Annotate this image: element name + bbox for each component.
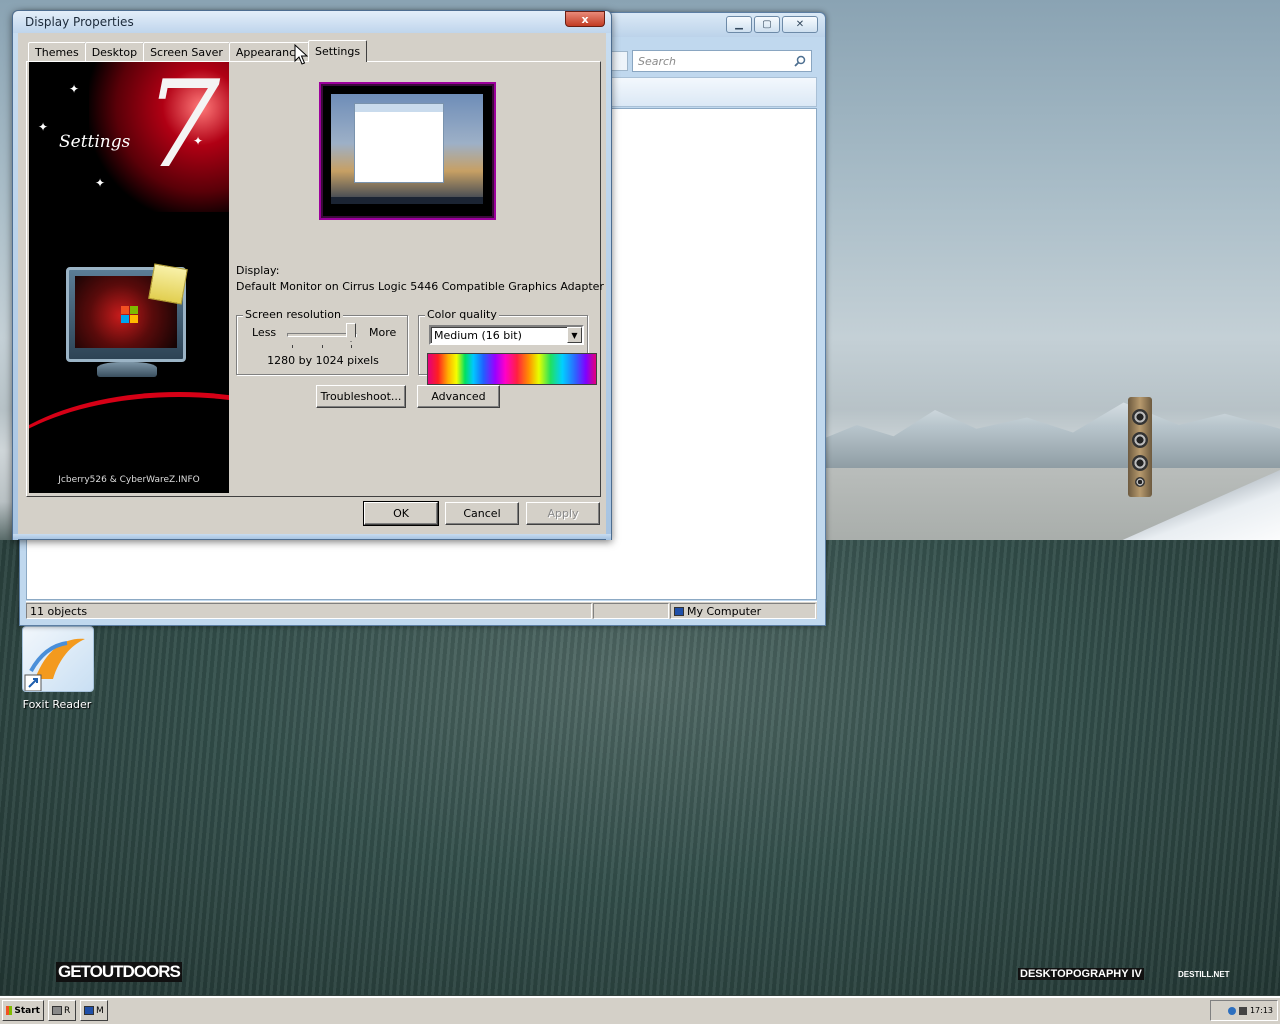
status-location: My Computer [670,603,816,619]
banner-title: Settings [59,132,131,152]
sticky-note-icon [148,263,188,305]
wallpaper-speaker-tower [1128,397,1152,497]
status-object-count: 11 objects [26,603,592,619]
taskbar-button-explorer[interactable]: R [48,1000,76,1021]
explorer-icon [52,1006,62,1015]
status-empty-cell [593,603,669,619]
screen-resolution-group: Screen resolution Less More 1280 by 1024… [236,308,408,375]
ok-button[interactable]: OK [363,501,439,526]
resolution-slider-thumb[interactable] [346,323,356,342]
display-label: Display: [236,264,280,277]
tab-strip: Themes Desktop Screen Saver Appearance S… [28,40,368,62]
taskbar: Start R M 17:13 [0,996,1280,1024]
star-icon: ✦ [95,176,106,190]
windows-flag-icon [6,1006,13,1015]
slider-tick [292,345,293,348]
color-quality-spectrum [427,353,597,385]
settings-banner-image: 7 Settings ✦ ✦ ✦ ✦ Jcberry526 & CyberWar… [29,62,229,493]
tab-themes[interactable]: Themes [28,42,86,62]
star-icon: ✦ [38,120,49,134]
monitor-stand [97,362,157,377]
wallpaper-mountains [820,402,1280,470]
wallpaper-watermark-destill: DESTILL.NET [1178,970,1230,979]
display-preview-monitor [321,84,494,218]
display-icon [84,1006,94,1015]
my-computer-icon [674,606,684,616]
preview-window-thumbnail [354,103,444,183]
tab-desktop[interactable]: Desktop [84,42,145,62]
wallpaper-watermark-desktopography: DESKTOPOGRAPHY IV [1018,968,1144,980]
preview-taskbar [331,197,483,204]
display-properties-dialog[interactable]: Display Properties x Themes Desktop Scre… [12,10,612,540]
taskbar-button-display[interactable]: M [80,1000,108,1021]
screen-resolution-title: Screen resolution [243,308,343,321]
search-placeholder: Search [638,54,677,68]
minimize-button[interactable]: ▁ [726,16,752,33]
clock[interactable]: 17:13 [1250,1006,1273,1015]
star-icon: ✦ [69,82,80,96]
color-quality-title: Color quality [425,308,499,321]
display-preview-screen [331,94,483,204]
foxit-reader-label: Foxit Reader [22,698,92,711]
dialog-close-button[interactable]: x [565,11,605,27]
network-icon[interactable] [1227,1006,1236,1015]
cancel-button[interactable]: Cancel [445,502,519,525]
chevron-down-icon[interactable]: ▼ [567,327,582,343]
explorer-close-button[interactable]: ✕ [782,16,818,33]
system-tray: 17:13 [1210,1000,1278,1021]
dialog-frame [13,33,18,540]
explorer-status-bar: 11 objects My Computer [26,601,817,619]
tab-settings[interactable]: Settings [307,40,368,62]
tab-screen-saver[interactable]: Screen Saver [143,42,230,62]
color-quality-dropdown[interactable]: Medium (16 bit) ▼ [429,325,584,345]
search-input[interactable]: Search [632,50,812,72]
search-icon[interactable] [794,55,806,67]
dialog-title: Display Properties [25,15,134,29]
slider-tick [351,345,352,348]
maximize-button[interactable]: ▢ [754,16,780,33]
volume-icon[interactable] [1238,1006,1247,1015]
resolution-more-label: More [369,326,397,339]
banner-credit: Jcberry526 & CyberWareZ.INFO [58,475,200,485]
troubleshoot-button[interactable]: Troubleshoot... [316,385,406,408]
apply-button[interactable]: Apply [526,502,600,525]
dialog-title-bar[interactable]: Display Properties x [13,11,611,33]
advanced-button[interactable]: Advanced [417,385,500,408]
color-quality-selected: Medium (16 bit) [434,328,522,342]
resolution-value: 1280 by 1024 pixels [267,354,379,367]
wallpaper-watermark-getoutdoors: GETOUTDOORS [56,962,182,982]
display-device-name: Default Monitor on Cirrus Logic 5446 Com… [236,280,604,293]
close-icon: x [581,12,589,26]
foxit-reader-icon[interactable] [22,626,94,692]
start-button[interactable]: Start [2,1000,44,1021]
resolution-less-label: Less [252,326,277,339]
slider-tick [322,345,323,348]
mouse-cursor-icon [294,44,308,65]
dialog-frame [13,534,611,539]
banner-seven-numeral: 7 [144,62,221,195]
star-icon: ✦ [193,134,204,148]
dialog-frame [606,33,611,540]
